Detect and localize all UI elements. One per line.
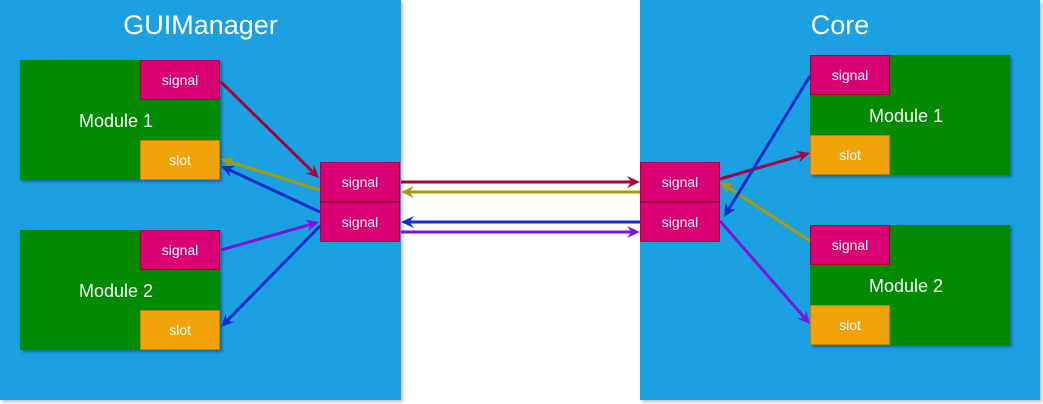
core-module-1-slot: slot <box>810 135 890 175</box>
arrow-core-bus-bottom-to-gui-bus-bottom <box>401 216 640 228</box>
gui-module-1-slot: slot <box>140 140 220 180</box>
core-title: Core <box>810 10 870 40</box>
gui-bus-signal-bottom: signal <box>320 202 400 242</box>
gui-module-2-label: Module 2 <box>79 281 154 301</box>
gui-manager-title: GUIManager <box>123 10 278 40</box>
arrow-head <box>627 176 640 188</box>
arrow-core-bus-top-to-gui-bus-top <box>401 186 640 198</box>
gui-module-2-signal: signal <box>140 230 220 270</box>
gui-module-1-signal: signal <box>140 60 220 100</box>
gui-module-2-slot: slot <box>140 310 220 350</box>
gui-module-1-label: Module 1 <box>79 111 154 131</box>
core-module-2-signal: signal <box>810 225 890 265</box>
gui-bus-signal-top: signal <box>320 162 400 202</box>
arrow-gui-bus-bottom-to-core-bus-bottom <box>401 226 640 238</box>
arrow-head <box>401 186 414 198</box>
arrow-head <box>401 216 414 228</box>
arrow-head <box>627 226 640 238</box>
core-bus-signal-bottom: signal <box>640 202 720 242</box>
core-module-1-label: Module 1 <box>869 106 944 126</box>
core-module-2-label: Module 2 <box>869 276 944 296</box>
arrow-gui-bus-top-to-core-bus-top <box>401 176 640 188</box>
core-module-2-slot: slot <box>810 305 890 345</box>
core-module-1-signal: signal <box>810 55 890 95</box>
core-bus-signal-top: signal <box>640 162 720 202</box>
